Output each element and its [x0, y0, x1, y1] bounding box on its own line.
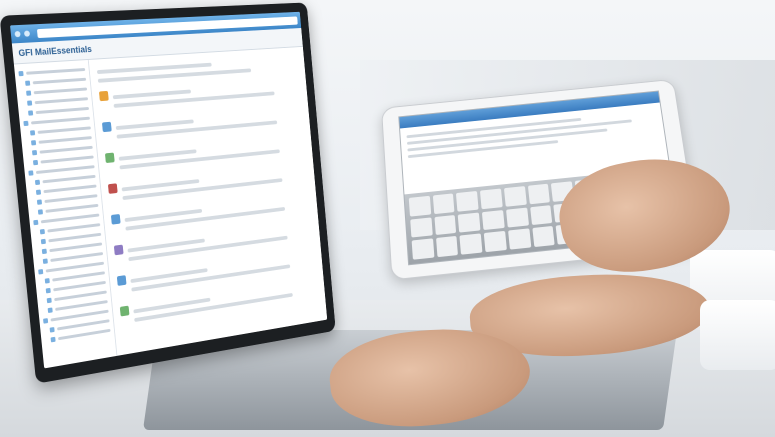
forward-icon: [24, 31, 30, 37]
sidebar-row-text: [39, 136, 92, 144]
keyboard-key: [480, 189, 502, 209]
sidebar-row-text: [26, 68, 85, 75]
sidebar-row-icon: [25, 81, 30, 86]
keyboard-key: [530, 205, 553, 226]
sidebar-row-icon: [37, 199, 42, 204]
keyboard-key: [412, 239, 434, 260]
photo-scene: GFI MailEssentials: [0, 0, 775, 437]
keyboard-key: [458, 212, 481, 233]
sidebar-row-text: [44, 194, 97, 203]
app-body: [14, 47, 327, 369]
sidebar-row-text: [31, 117, 90, 125]
keyboard-key: [409, 196, 431, 216]
sidebar-row-text: [36, 165, 95, 174]
block-icon: [102, 122, 112, 132]
block-icon: [99, 91, 109, 101]
sidebar-row-icon: [50, 327, 55, 333]
sidebar-row-icon: [32, 150, 37, 155]
sidebar-row-text: [33, 78, 87, 85]
keyboard-key: [482, 210, 505, 231]
laptop-screen: GFI MailEssentials: [10, 12, 327, 369]
sidebar-row-text: [43, 185, 96, 194]
keyboard-key: [528, 184, 551, 204]
sidebar-row-icon: [45, 278, 50, 284]
keyboard-key: [508, 229, 531, 250]
sidebar-row-text: [36, 107, 89, 114]
keyboard-key: [434, 215, 456, 236]
sidebar-row-text: [42, 175, 95, 183]
laptop-lid: GFI MailEssentials: [0, 2, 336, 383]
app-main-content: [89, 47, 327, 369]
block-icon: [105, 153, 115, 163]
sidebar-row-icon: [36, 190, 41, 195]
sidebar-row-icon: [46, 288, 51, 294]
block-icon: [117, 275, 127, 286]
keyboard-key: [456, 191, 478, 211]
sidebar-row-text: [38, 126, 91, 134]
sidebar-row-icon: [26, 90, 31, 95]
sidebar-row-icon: [43, 318, 48, 324]
sidebar-row-icon: [33, 160, 38, 165]
sidebar-row-icon: [51, 337, 56, 343]
block-icon: [111, 214, 121, 225]
sidebar-row-icon: [40, 229, 45, 234]
sidebar-row-icon: [38, 269, 43, 275]
sidebar-row-text: [35, 97, 88, 104]
block-icon: [108, 183, 118, 194]
block-icon: [114, 245, 124, 256]
keyboard-key: [484, 231, 507, 252]
sidebar-row-icon: [35, 180, 40, 185]
keyboard-key: [532, 226, 555, 247]
sidebar-row-icon: [18, 71, 23, 76]
back-icon: [14, 31, 20, 37]
left-sleeve: [700, 300, 775, 370]
sidebar-row-icon: [41, 239, 46, 245]
sidebar-row-icon: [28, 110, 33, 115]
sidebar-row-text: [40, 146, 93, 154]
keyboard-key: [410, 217, 432, 238]
sidebar-row-text: [41, 155, 94, 163]
sidebar-row-icon: [43, 258, 48, 264]
keyboard-key: [504, 186, 527, 206]
sidebar-row-icon: [28, 170, 33, 175]
keyboard-key: [506, 207, 529, 228]
sidebar-row-text: [34, 87, 87, 94]
block-icon: [120, 306, 130, 317]
sidebar-row-icon: [38, 209, 43, 214]
sidebar-row-icon: [33, 220, 38, 225]
keyboard-key: [436, 236, 459, 257]
app-title: GFI MailEssentials: [18, 44, 92, 58]
keyboard-key: [460, 234, 483, 255]
keyboard-key: [433, 193, 455, 213]
sidebar-row-icon: [31, 140, 36, 145]
sidebar-row-icon: [47, 298, 52, 304]
sidebar-row-icon: [42, 249, 47, 255]
sidebar-row-icon: [27, 100, 32, 105]
sidebar-row-icon: [48, 307, 53, 313]
sidebar-row-icon: [23, 121, 28, 126]
sidebar-row-icon: [30, 130, 35, 135]
